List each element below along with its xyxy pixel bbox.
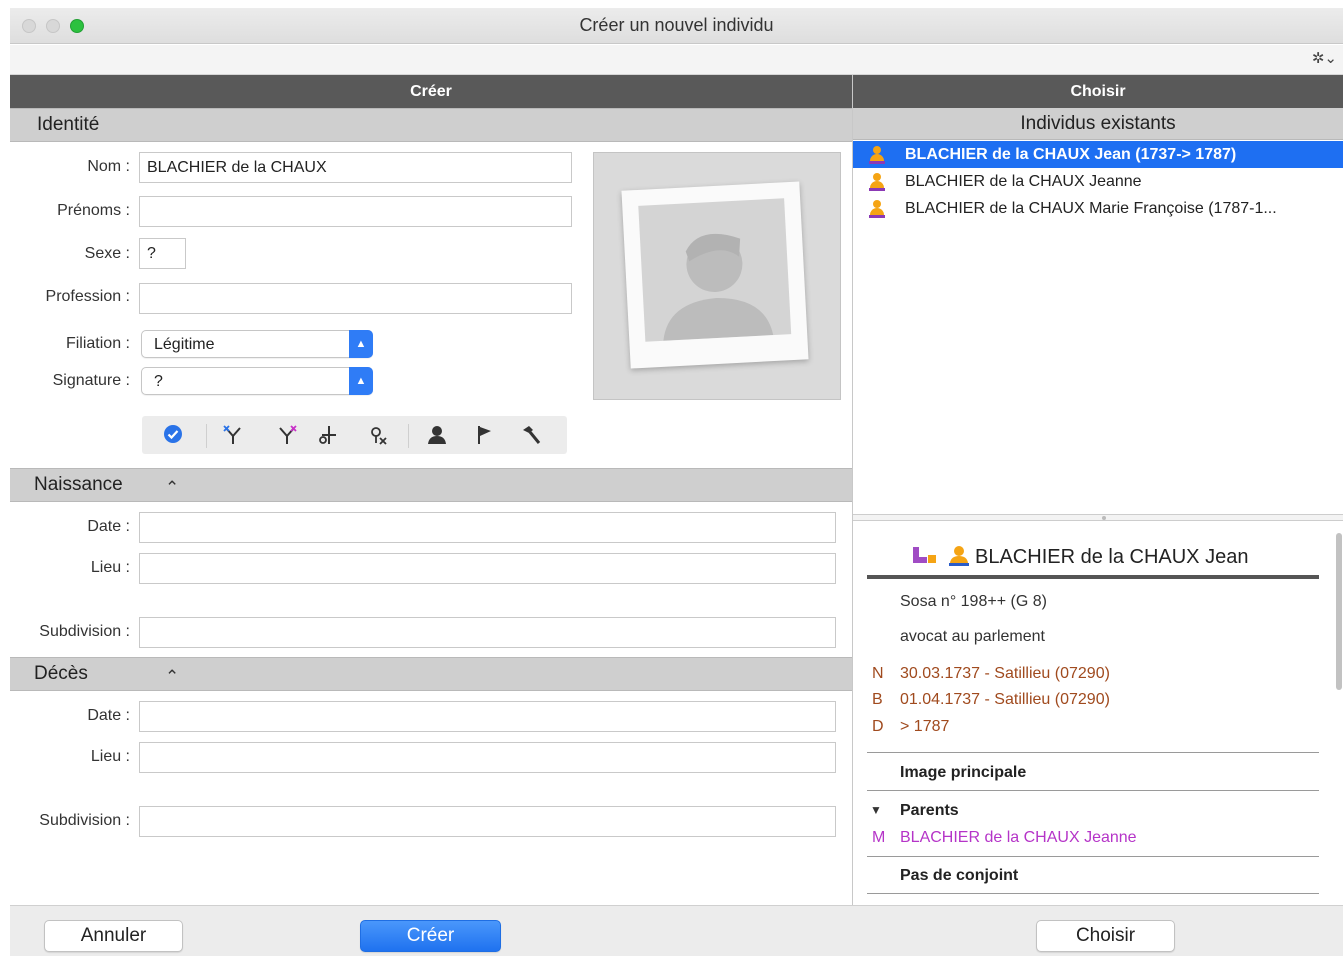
person-icon [869,146,885,164]
existing-individuals-header: Individus existants [853,108,1343,140]
event-birth[interactable]: 30.03.1737 - Satillieu (07290) [900,665,1110,683]
deces-section-header[interactable]: Décès ⌃ [10,657,852,691]
validate-icon[interactable] [160,424,186,450]
unlink-icon[interactable] [366,424,392,452]
identity-section-header: Identité [10,108,852,142]
profession-label: Profession : [45,288,130,305]
deces-lieu-field[interactable] [139,742,836,773]
cancel-button[interactable]: Annuler [44,920,183,952]
split-handle-dot [1102,516,1106,520]
disclosure-triangle-icon[interactable]: ▼ [870,803,882,817]
branch-delete-mother-icon[interactable] [274,424,300,452]
naissance-subdivision-field[interactable] [139,617,836,648]
split-view-handle[interactable] [853,514,1343,521]
profession-field[interactable] [139,283,572,314]
cut-icon[interactable] [316,424,342,452]
deces-section-title: Décès [34,663,88,684]
parent-link[interactable]: BLACHIER de la CHAUX Jeanne [900,829,1137,847]
detail-profession: avocat au parlement [900,628,1045,645]
naissance-lieu-label: Lieu : [90,559,130,576]
filiation-value: Légitime [154,336,215,353]
signature-label: Signature : [52,372,130,389]
deces-date-label: Date : [87,707,130,724]
photo-placeholder [621,181,809,369]
filiation-select[interactable]: Légitime ▲ [141,330,373,358]
person-icon [869,173,885,191]
pedigree-icon [913,545,939,570]
title-bar: Créer un nouvel individu [10,8,1343,44]
divider [867,856,1319,857]
choose-button[interactable]: Choisir [1036,920,1175,952]
hammer-icon[interactable] [518,424,544,452]
person-icon [869,200,885,218]
list-item[interactable]: BLACHIER de la CHAUX Jeanne [853,168,1343,195]
detail-name: BLACHIER de la CHAUX Jean [975,546,1249,568]
naissance-lieu-field[interactable] [139,553,836,584]
person-silhouette-icon [663,233,774,341]
deces-lieu-label: Lieu : [90,748,130,765]
create-column-header: Créer [10,75,852,108]
naissance-date-label: Date : [87,518,130,535]
choose-column-header: Choisir [853,75,1343,108]
conjoint-label: Pas de conjoint [900,867,1019,884]
parent-code: M [872,829,886,846]
gear-icon[interactable]: ✲⌄ [1312,49,1337,67]
signature-select[interactable]: ? ▲ [141,367,373,395]
identity-section-title: Identité [37,114,100,135]
chevron-updown-icon: ⌃ [165,667,180,686]
divider [867,893,1319,894]
toolbar: ✲⌄ [10,45,1343,75]
parents-title: Parents [900,802,959,819]
person-icon [948,545,970,572]
deces-subdivision-field[interactable] [139,806,836,837]
event-code-baptism: B [872,691,883,708]
list-item[interactable]: BLACHIER de la CHAUX Jean (1737-> 1787) [853,141,1343,168]
image-principale-label: Image principale [900,764,1027,781]
event-code-death: D [872,718,884,735]
detail-header-rule [867,575,1319,579]
list-item[interactable]: BLACHIER de la CHAUX Marie Françoise (17… [853,195,1343,222]
sexe-field[interactable]: ? [139,238,186,269]
filiation-label: Filiation : [65,335,130,352]
person-icon[interactable] [424,424,450,452]
detail-scrollbar[interactable] [1336,533,1342,690]
divider [867,752,1319,753]
create-button[interactable]: Créer [360,920,501,952]
event-death[interactable]: > 1787 [900,718,949,736]
branch-delete-father-icon[interactable] [220,424,246,452]
divider [867,790,1319,791]
flag-icon[interactable] [472,424,498,452]
chevron-updown-icon: ▲ [349,367,373,395]
nom-label: Nom : [87,158,130,175]
event-code-birth: N [872,665,884,682]
sexe-label: Sexe : [84,245,130,262]
signature-value: ? [154,373,163,390]
nom-field[interactable]: BLACHIER de la CHAUX [139,152,572,183]
naissance-date-field[interactable] [139,512,836,543]
naissance-section-title: Naissance [34,474,123,495]
identity-toolbar [142,416,567,454]
deces-subdivision-label: Subdivision : [39,812,130,829]
event-baptism[interactable]: 01.04.1737 - Satillieu (07290) [900,691,1110,709]
deces-date-field[interactable] [139,701,836,732]
naissance-subdivision-label: Subdivision : [39,623,130,640]
naissance-section-header[interactable]: Naissance ⌃ [10,468,852,502]
chevron-updown-icon: ▲ [349,330,373,358]
prenoms-label: Prénoms : [57,202,130,219]
prenoms-field[interactable] [139,196,572,227]
detail-sosa: Sosa n° 198++ (G 8) [900,593,1047,610]
window-title: Créer un nouvel individu [579,15,774,35]
chevron-updown-icon: ⌃ [165,478,180,497]
